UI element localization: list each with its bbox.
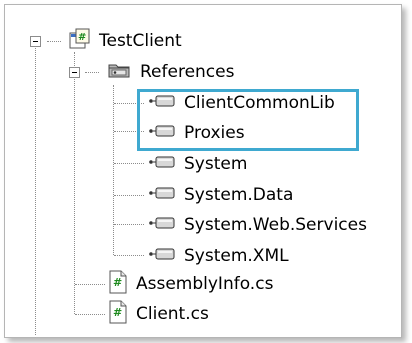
references-folder-icon [108, 60, 132, 85]
reference-item[interactable]: System.Web.Services [148, 211, 367, 239]
tree-item-label: TestClient [99, 31, 182, 51]
reference-item[interactable]: System [148, 150, 247, 178]
reference-item[interactable]: System.Data [148, 181, 293, 209]
tree-line [113, 85, 114, 255]
solution-explorer-panel: # TestClient References ClientCommonLib … [4, 4, 402, 338]
csharp-file-icon: # [108, 300, 128, 329]
tree-item-label: References [140, 62, 235, 82]
project-tree: # TestClient References ClientCommonLib … [5, 5, 401, 337]
tree-item-testclient[interactable]: # TestClient [69, 27, 182, 55]
assembly-reference-icon [148, 154, 176, 174]
tree-line [114, 255, 144, 256]
tree-item-label: System [184, 154, 248, 174]
assembly-reference-icon [148, 215, 176, 235]
tree-item-file[interactable]: # Client.cs [108, 300, 209, 328]
tree-item-label: System.Data [184, 185, 294, 205]
tree-line [47, 41, 61, 42]
svg-text:#: # [113, 276, 122, 289]
tree-line [114, 224, 144, 225]
csharp-file-icon: # [108, 270, 128, 299]
svg-text:#: # [113, 306, 122, 319]
tree-line [114, 163, 144, 164]
csharp-project-icon: # [69, 28, 91, 55]
collapse-toggle-testclient[interactable] [30, 36, 41, 47]
tree-item-label: Client.cs [136, 304, 209, 324]
tree-line [85, 72, 99, 73]
tree-line [35, 45, 36, 335]
tree-item-file[interactable]: # AssemblyInfo.cs [108, 270, 273, 298]
reference-item[interactable]: System.XML [148, 242, 289, 270]
svg-text:#: # [78, 32, 86, 43]
assembly-reference-icon [148, 185, 176, 205]
tree-line [114, 195, 144, 196]
tree-line [75, 284, 105, 285]
tree-item-label: System.XML [184, 246, 289, 266]
tree-line [75, 314, 105, 315]
tree-line [74, 52, 75, 314]
collapse-toggle-references[interactable] [69, 67, 80, 78]
tree-item-references[interactable]: References [108, 58, 234, 86]
highlight-box [137, 89, 359, 151]
tree-item-label: AssemblyInfo.cs [136, 274, 274, 294]
tree-item-label: System.Web.Services [184, 215, 367, 235]
assembly-reference-icon [148, 246, 176, 266]
